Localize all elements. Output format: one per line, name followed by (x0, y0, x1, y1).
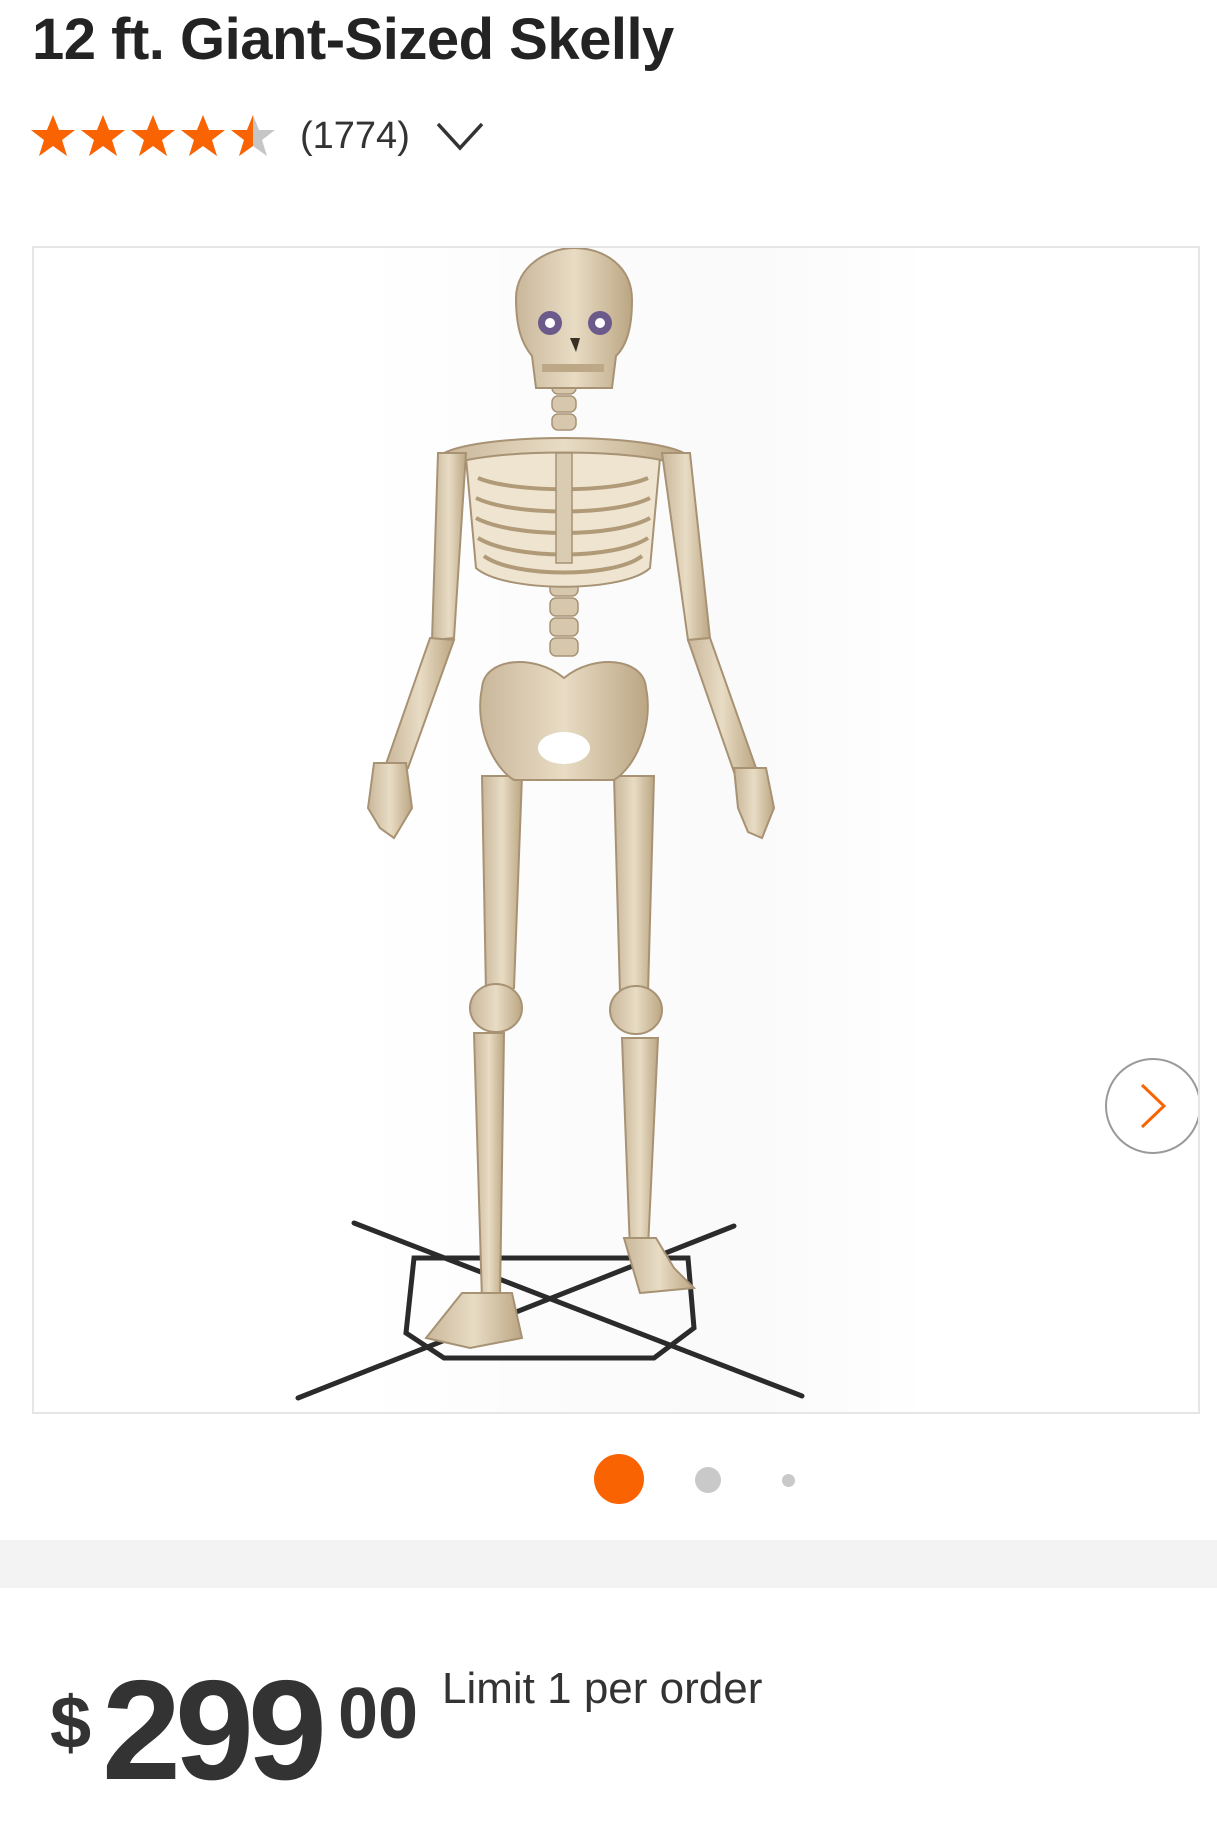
star-rating (30, 113, 276, 159)
next-image-button[interactable] (1105, 1058, 1198, 1154)
star-full-icon (131, 115, 175, 156)
pelvis-opening (538, 732, 590, 764)
pagination-dot-active[interactable] (594, 1454, 644, 1504)
skeleton-product-image (295, 248, 805, 1401)
price-currency-symbol: $ (50, 1681, 92, 1764)
review-count[interactable]: (1774) (300, 115, 410, 158)
rating-row[interactable]: (1774) (30, 108, 484, 164)
purchase-limit-text: Limit 1 per order (442, 1664, 763, 1713)
star-half-icon (231, 115, 275, 156)
price-cents: 00 (338, 1674, 419, 1754)
star-full-icon (81, 115, 125, 156)
star-full-icon (31, 115, 75, 156)
chevron-down-icon[interactable] (436, 121, 484, 151)
product-image-gallery[interactable] (32, 246, 1200, 1414)
section-divider (0, 1540, 1217, 1588)
skeleton-legs (424, 775, 697, 1350)
price-dollars: 299 (102, 1651, 327, 1810)
product-title: 12 ft. Giant-Sized Skelly (32, 7, 674, 72)
skeleton-skull (514, 248, 634, 389)
pagination-dot[interactable] (782, 1474, 795, 1487)
pagination-dot[interactable] (695, 1467, 721, 1493)
metal-stand (295, 1220, 805, 1401)
chevron-right-icon (1140, 1083, 1167, 1129)
star-full-icon (181, 115, 225, 156)
skeleton-ribcage (464, 442, 662, 588)
gallery-pagination (0, 1452, 1217, 1508)
